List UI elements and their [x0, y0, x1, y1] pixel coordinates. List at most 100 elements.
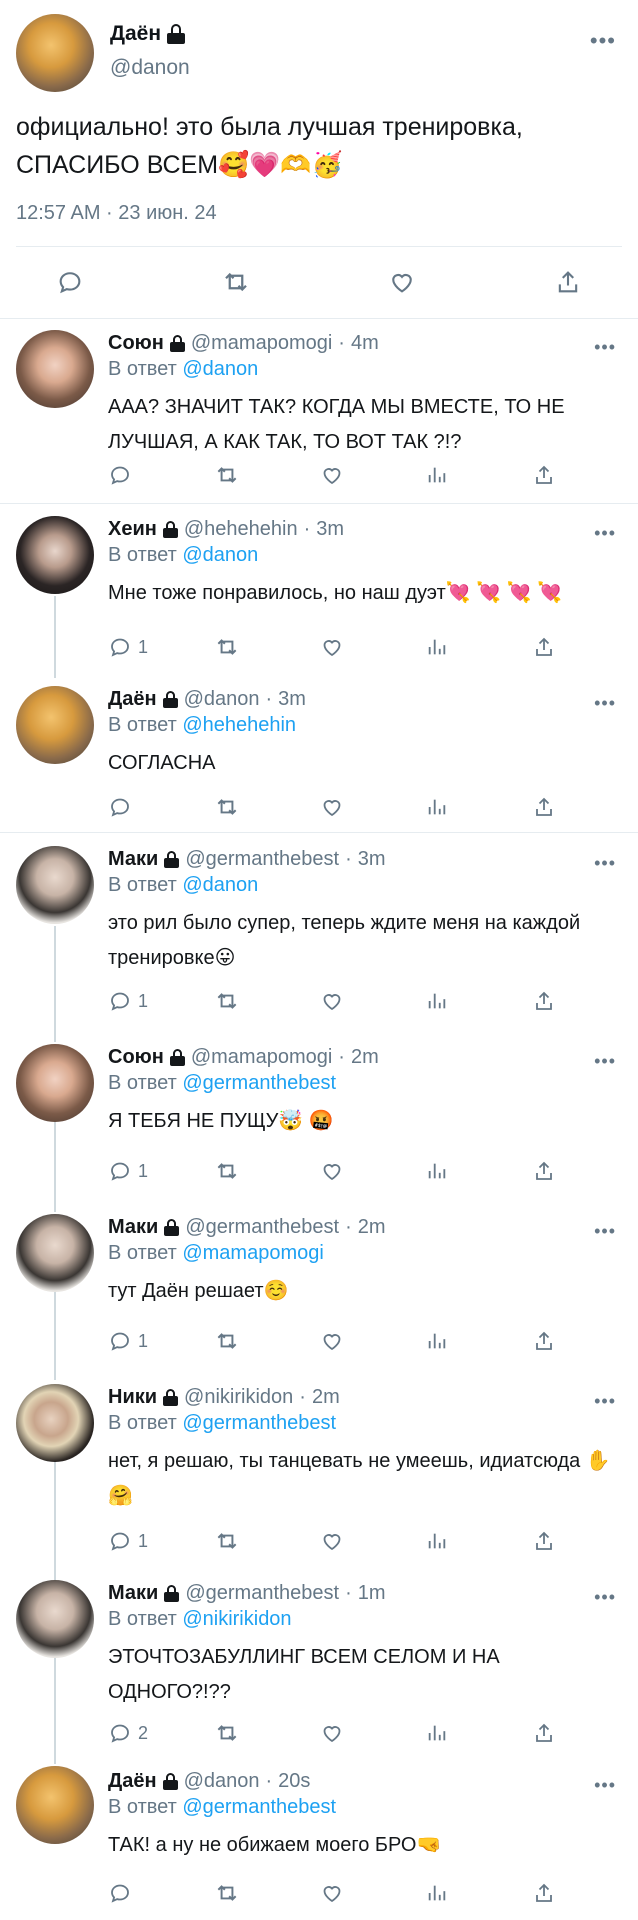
- avatar[interactable]: [16, 330, 94, 408]
- author-name[interactable]: Даён: [108, 688, 157, 711]
- reply-button[interactable]: [108, 1878, 138, 1908]
- like-button[interactable]: [320, 1326, 344, 1356]
- avatar[interactable]: [16, 14, 94, 92]
- author-handle[interactable]: @mamapomogi: [191, 1046, 332, 1069]
- reply-tweet[interactable]: Союн @mamapomogi · 2m ••• В ответ @germa…: [0, 1032, 638, 1202]
- views-button[interactable]: [426, 1326, 448, 1356]
- share-button[interactable]: [532, 986, 556, 1016]
- author-handle[interactable]: @nikirikidon: [184, 1386, 293, 1409]
- share-icon[interactable]: [548, 262, 588, 302]
- retweet-button[interactable]: [214, 1326, 240, 1356]
- more-options-button[interactable]: •••: [594, 338, 616, 356]
- like-button[interactable]: [320, 460, 344, 490]
- reply-tweet[interactable]: Ники @nikirikidon · 2m ••• В ответ @germ…: [0, 1372, 638, 1568]
- avatar[interactable]: [16, 1384, 94, 1462]
- avatar[interactable]: [16, 686, 94, 764]
- avatar[interactable]: [16, 1766, 94, 1844]
- more-options-button[interactable]: •••: [594, 694, 616, 712]
- views-button[interactable]: [426, 986, 448, 1016]
- reply-button[interactable]: 1: [108, 1326, 148, 1356]
- author-handle[interactable]: @mamapomogi: [191, 332, 332, 355]
- author-name[interactable]: Даён: [108, 1770, 157, 1793]
- reply-tweet[interactable]: Маки @germanthebest · 2m ••• В ответ @ma…: [0, 1202, 638, 1372]
- retweet-button[interactable]: [214, 1526, 240, 1556]
- retweet-button[interactable]: [214, 1718, 240, 1748]
- reply-button[interactable]: 1: [108, 632, 148, 662]
- more-options-button[interactable]: •••: [594, 1588, 616, 1606]
- author-handle[interactable]: @danon: [184, 1770, 260, 1793]
- retweet-button[interactable]: [214, 792, 240, 822]
- retweet-button[interactable]: [214, 1878, 240, 1908]
- reply-to-mention[interactable]: @germanthebest: [182, 1796, 336, 1818]
- author-name[interactable]: Хеин: [108, 518, 157, 541]
- reply-button[interactable]: 1: [108, 1526, 148, 1556]
- reply-tweet[interactable]: Хеин @hehehehin · 3m ••• В ответ @danon …: [0, 504, 638, 674]
- author-handle[interactable]: @danon: [184, 688, 260, 711]
- reply-button[interactable]: 2: [108, 1718, 148, 1748]
- share-button[interactable]: [532, 1326, 556, 1356]
- author-name[interactable]: Маки: [108, 1216, 158, 1239]
- author-handle[interactable]: @germanthebest: [185, 1216, 339, 1239]
- avatar[interactable]: [16, 1214, 94, 1292]
- author-handle[interactable]: @hehehehin: [184, 518, 298, 541]
- author-handle[interactable]: @germanthebest: [185, 1582, 339, 1605]
- author-name[interactable]: Ники: [108, 1386, 157, 1409]
- reply-tweet[interactable]: Маки @germanthebest · 3m ••• В ответ @da…: [0, 834, 638, 1032]
- views-button[interactable]: [426, 792, 448, 822]
- share-button[interactable]: [532, 1718, 556, 1748]
- reply-to-mention[interactable]: @danon: [182, 874, 258, 896]
- author-handle[interactable]: @danon: [110, 56, 190, 80]
- share-button[interactable]: [532, 1156, 556, 1186]
- reply-to-mention[interactable]: @danon: [182, 544, 258, 566]
- share-button[interactable]: [532, 632, 556, 662]
- reply-to-mention[interactable]: @hehehehin: [182, 714, 296, 736]
- like-button[interactable]: [320, 986, 344, 1016]
- views-button[interactable]: [426, 1878, 448, 1908]
- author-name[interactable]: Маки: [108, 1582, 158, 1605]
- reply-to-mention[interactable]: @danon: [182, 358, 258, 380]
- more-options-button[interactable]: •••: [594, 1392, 616, 1410]
- retweet-button[interactable]: [214, 460, 240, 490]
- views-button[interactable]: [426, 1156, 448, 1186]
- reply-button[interactable]: [108, 792, 138, 822]
- reply-tweet[interactable]: Даён @danon · 20s ••• В ответ @germanthe…: [0, 1756, 638, 1920]
- reply-button[interactable]: 1: [108, 986, 148, 1016]
- reply-button[interactable]: [108, 460, 138, 490]
- retweet-button[interactable]: [214, 632, 240, 662]
- author-name[interactable]: Союн: [108, 332, 164, 355]
- reply-to-mention[interactable]: @nikirikidon: [182, 1608, 291, 1630]
- author-name[interactable]: Даён: [110, 22, 186, 46]
- views-button[interactable]: [426, 1718, 448, 1748]
- reply-tweet[interactable]: Союн @mamapomogi · 4m ••• В ответ @danon…: [0, 318, 638, 503]
- more-options-button[interactable]: •••: [594, 524, 616, 542]
- more-options-button[interactable]: •••: [594, 1222, 616, 1240]
- more-options-button[interactable]: •••: [594, 1052, 616, 1070]
- share-button[interactable]: [532, 460, 556, 490]
- retweet-button[interactable]: [214, 1156, 240, 1186]
- reply-icon[interactable]: [50, 262, 90, 302]
- reply-to-mention[interactable]: @mamapomogi: [182, 1242, 323, 1264]
- more-options-button[interactable]: •••: [594, 854, 616, 872]
- like-button[interactable]: [320, 1526, 344, 1556]
- more-options-button[interactable]: •••: [590, 30, 616, 52]
- reply-to-mention[interactable]: @germanthebest: [182, 1412, 336, 1434]
- avatar[interactable]: [16, 1580, 94, 1658]
- share-button[interactable]: [532, 792, 556, 822]
- avatar[interactable]: [16, 1044, 94, 1122]
- author-handle[interactable]: @germanthebest: [185, 848, 339, 871]
- share-button[interactable]: [532, 1878, 556, 1908]
- like-button[interactable]: [320, 1156, 344, 1186]
- retweet-icon[interactable]: [216, 262, 256, 302]
- reply-tweet[interactable]: Маки @germanthebest · 1m ••• В ответ @ni…: [0, 1568, 638, 1756]
- avatar[interactable]: [16, 516, 94, 594]
- like-icon[interactable]: [382, 262, 422, 302]
- views-button[interactable]: [426, 1526, 448, 1556]
- like-button[interactable]: [320, 632, 344, 662]
- author-name[interactable]: Союн: [108, 1046, 164, 1069]
- like-button[interactable]: [320, 1718, 344, 1748]
- like-button[interactable]: [320, 792, 344, 822]
- views-button[interactable]: [426, 460, 448, 490]
- share-button[interactable]: [532, 1526, 556, 1556]
- author-name[interactable]: Маки: [108, 848, 158, 871]
- like-button[interactable]: [320, 1878, 344, 1908]
